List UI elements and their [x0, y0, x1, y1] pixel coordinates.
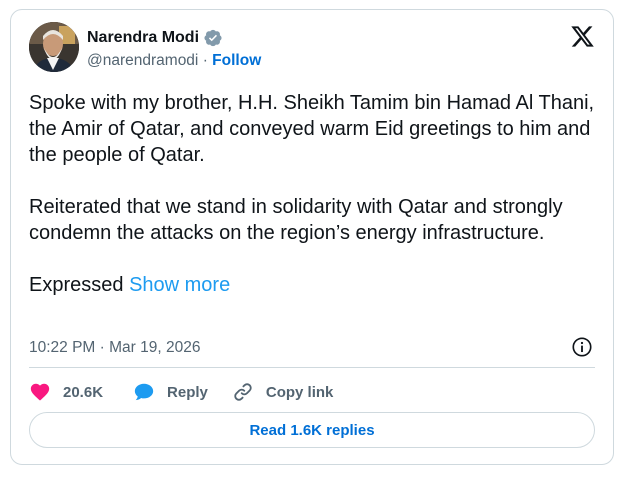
- speech-bubble-icon: [134, 383, 154, 401]
- reply-button[interactable]: Reply: [133, 381, 208, 403]
- copy-link-label: Copy link: [265, 383, 334, 401]
- author-handle-row: @narendramodi · Follow: [87, 52, 261, 70]
- copy-link-button[interactable]: Copy link: [232, 381, 334, 403]
- author-name[interactable]: Narendra Modi: [87, 29, 199, 47]
- tweet-card: Narendra Modi @narendramodi · Follow Spo…: [10, 9, 614, 465]
- author-handle[interactable]: @narendramodi: [87, 52, 198, 69]
- avatar[interactable]: [29, 22, 79, 72]
- heart-icon: [30, 383, 50, 401]
- avatar-portrait: [29, 22, 79, 72]
- read-replies-button[interactable]: Read 1.6K replies: [29, 412, 595, 448]
- divider: [29, 367, 595, 368]
- like-button[interactable]: 20.6K: [29, 381, 103, 403]
- tweet-truncated-text: Expressed: [29, 274, 124, 296]
- tweet-paragraph: Reiterated that we stand in solidarity w…: [29, 196, 563, 244]
- x-logo-icon[interactable]: [570, 24, 595, 49]
- follow-button[interactable]: Follow: [212, 52, 261, 69]
- handle-separator: ·: [198, 52, 213, 69]
- link-icon: [234, 383, 252, 401]
- tweet-text: Spoke with my brother, H.H. Sheikh Tamim…: [29, 90, 601, 298]
- verified-badge-icon: [203, 28, 223, 48]
- show-more-link[interactable]: Show more: [129, 274, 230, 296]
- tweet-timestamp[interactable]: 10:22 PM · Mar 19, 2026: [29, 339, 200, 357]
- info-icon[interactable]: [571, 336, 593, 358]
- like-count: 20.6K: [63, 383, 104, 401]
- author-name-row: Narendra Modi: [87, 28, 223, 48]
- tweet-paragraph: Spoke with my brother, H.H. Sheikh Tamim…: [29, 92, 595, 166]
- tweet-truncated-line: Expressed Show more: [29, 272, 601, 298]
- reply-label: Reply: [167, 383, 208, 401]
- tweet-actions: 20.6K Reply Copy link: [29, 381, 333, 403]
